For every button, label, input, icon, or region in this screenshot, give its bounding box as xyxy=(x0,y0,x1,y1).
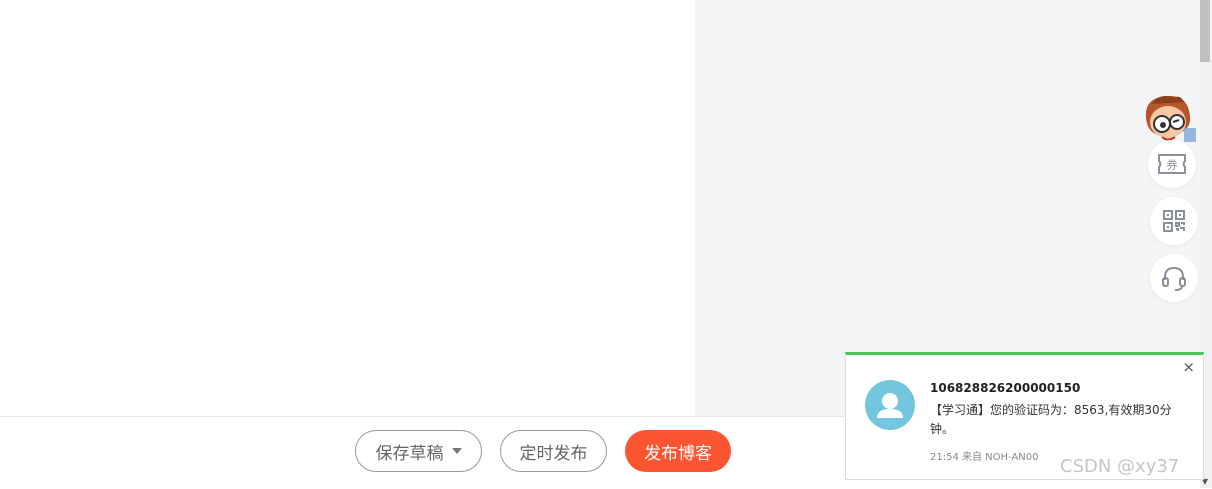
notification-meta: 21:54 来自 NOH-AN00 xyxy=(930,452,1039,463)
schedule-publish-label: 定时发布 xyxy=(519,443,588,464)
headset-icon xyxy=(1162,266,1186,291)
qr-code-icon xyxy=(1163,210,1185,232)
scrollbar-thumb[interactable] xyxy=(1200,0,1210,62)
coupon-text: 券 xyxy=(1167,158,1178,172)
watermark: CSDN @xy37 xyxy=(1060,456,1180,477)
contact-avatar-icon xyxy=(865,380,915,430)
coupon-button[interactable]: 券 xyxy=(1148,140,1196,188)
save-draft-label: 保存草稿 xyxy=(375,443,444,464)
chevron-down-icon[interactable] xyxy=(451,448,462,454)
save-draft-button[interactable]: 保存草稿 xyxy=(355,430,482,472)
notification-body: 【学习通】您的验证码为：8563,有效期30分钟。 xyxy=(930,403,1172,436)
publish-blog-label: 发布博客 xyxy=(644,443,712,464)
qr-code-button[interactable] xyxy=(1150,197,1198,245)
editor-area[interactable] xyxy=(0,0,695,416)
schedule-publish-button[interactable]: 定时发布 xyxy=(500,430,607,472)
notification-sender: 106828826200000150 xyxy=(930,381,1081,395)
publish-blog-button[interactable]: 发布博客 xyxy=(625,430,731,472)
coupon-icon: 券 xyxy=(1158,154,1186,174)
customer-service-button[interactable] xyxy=(1150,254,1198,302)
close-icon[interactable]: × xyxy=(1182,358,1195,376)
